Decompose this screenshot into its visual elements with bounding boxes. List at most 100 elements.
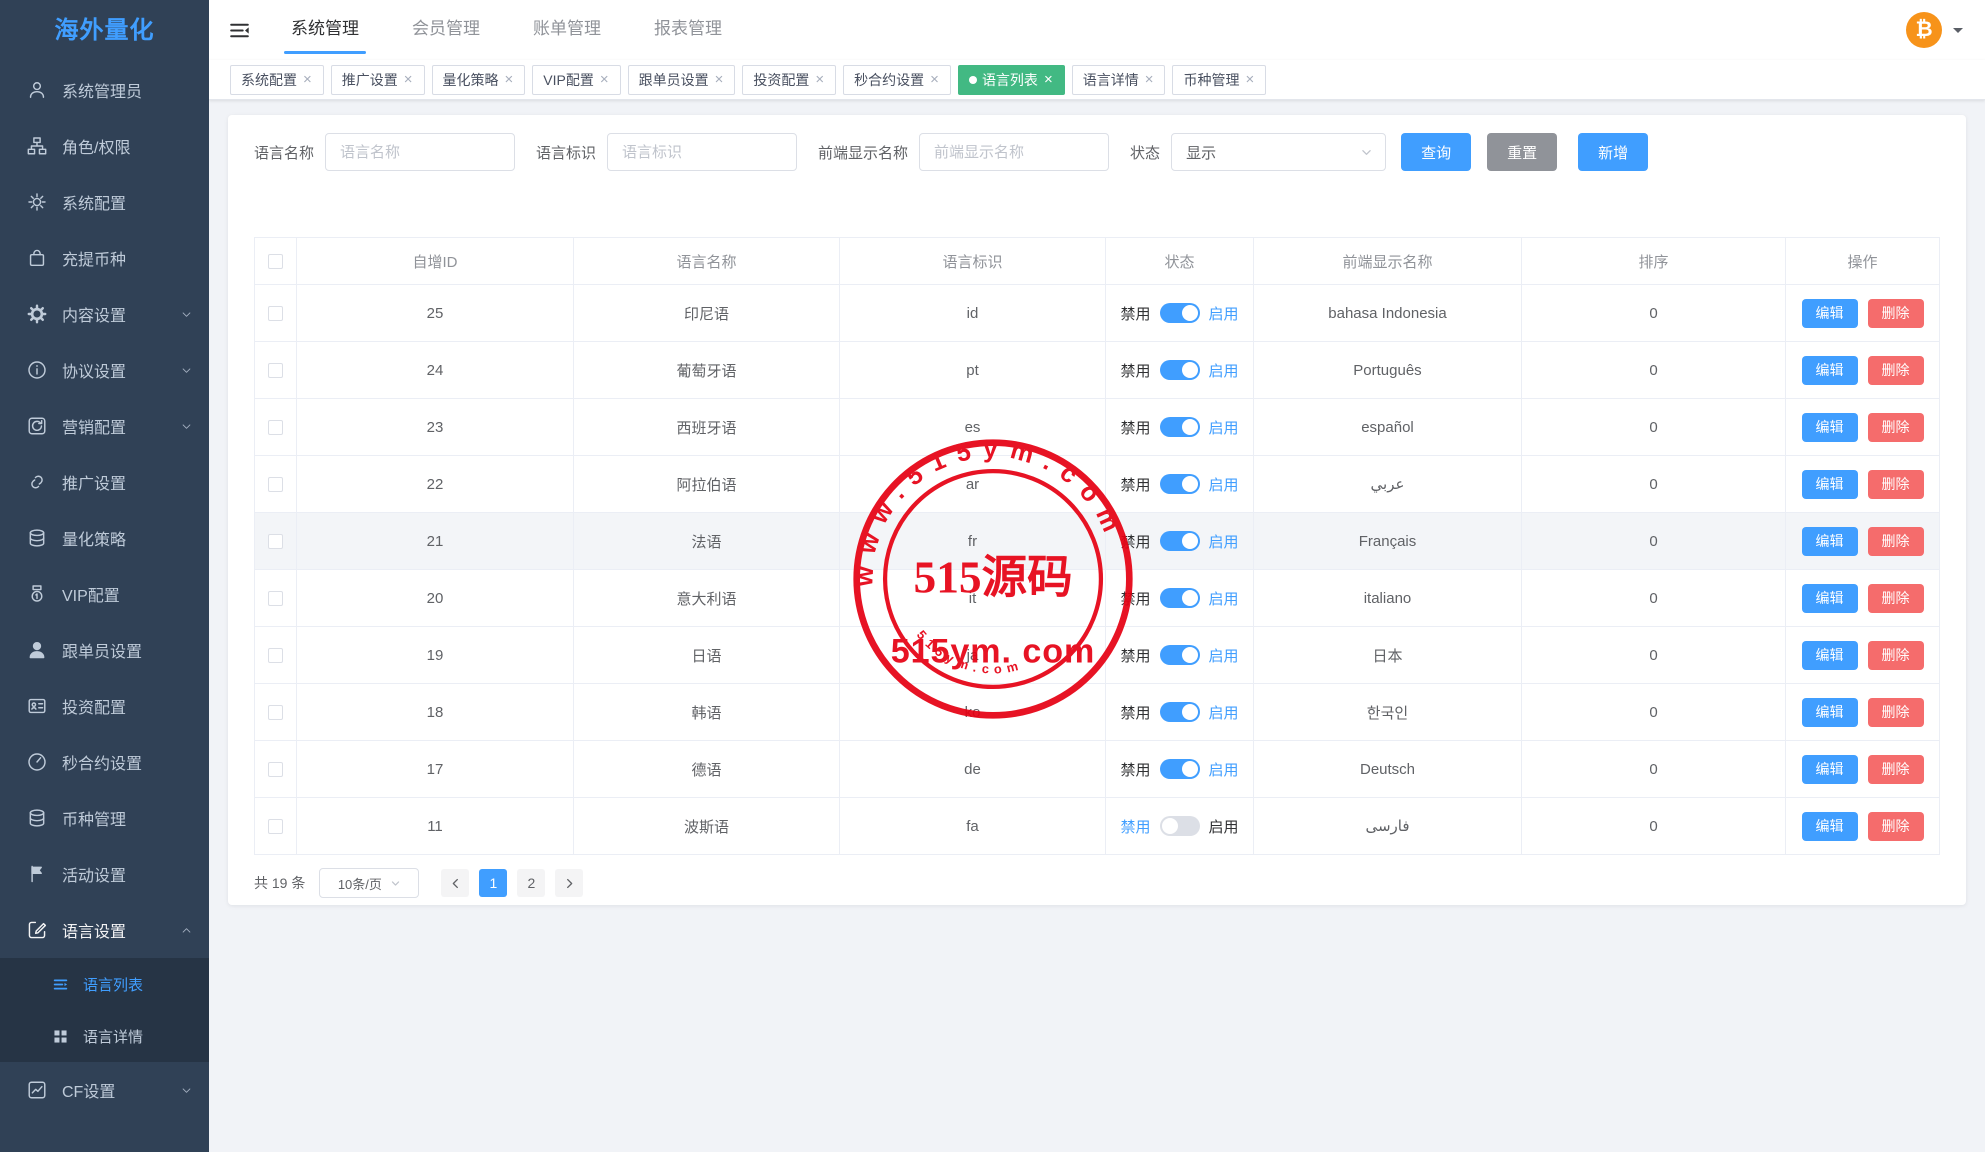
edit-button[interactable]: 编辑: [1802, 299, 1858, 328]
status-switch[interactable]: [1160, 645, 1200, 665]
sidebar-item-system-admin[interactable]: 系统管理员: [0, 62, 209, 118]
top-tab-1[interactable]: 系统管理: [288, 0, 362, 60]
delete-button[interactable]: 删除: [1868, 584, 1924, 613]
row-checkbox[interactable]: [268, 591, 283, 606]
status-switch[interactable]: [1160, 588, 1200, 608]
sidebar-item-seconds-contract-settings[interactable]: 秒合约设置: [0, 734, 209, 790]
sidebar-item-investment-config[interactable]: 投资配置: [0, 678, 209, 734]
top-tab-2[interactable]: 会员管理: [409, 0, 483, 60]
sidebar-item-label: 活动设置: [62, 862, 126, 886]
sidebar-item-language-settings[interactable]: 语言设置: [0, 902, 209, 958]
select-all-checkbox[interactable]: [268, 254, 283, 269]
user-menu[interactable]: ₿: [1906, 12, 1963, 48]
tag-chip[interactable]: 量化策略×: [432, 65, 526, 95]
tag-chip[interactable]: 秒合约设置×: [843, 65, 951, 95]
page-button-1[interactable]: 1: [479, 869, 507, 897]
status-switch[interactable]: [1160, 759, 1200, 779]
status-switch[interactable]: [1160, 360, 1200, 380]
top-tab-3[interactable]: 账单管理: [530, 0, 604, 60]
tag-chip[interactable]: 系统配置×: [230, 65, 324, 95]
tag-chip-active[interactable]: 语言列表×: [958, 65, 1065, 95]
close-icon[interactable]: ×: [814, 72, 825, 87]
language-code-input[interactable]: [607, 133, 797, 171]
delete-button[interactable]: 删除: [1868, 470, 1924, 499]
edit-button[interactable]: 编辑: [1802, 641, 1858, 670]
edit-button[interactable]: 编辑: [1802, 527, 1858, 556]
status-switch[interactable]: [1160, 474, 1200, 494]
close-icon[interactable]: ×: [1043, 72, 1054, 87]
row-checkbox[interactable]: [268, 420, 283, 435]
row-checkbox[interactable]: [268, 762, 283, 777]
search-button[interactable]: 查询: [1401, 133, 1471, 171]
status-switch[interactable]: [1160, 417, 1200, 437]
add-button[interactable]: 新增: [1578, 133, 1648, 171]
sidebar-item-coin-management[interactable]: 币种管理: [0, 790, 209, 846]
row-checkbox[interactable]: [268, 648, 283, 663]
tag-chip[interactable]: 投资配置×: [742, 65, 836, 95]
delete-button[interactable]: 删除: [1868, 812, 1924, 841]
sidebar-item-roles-permissions[interactable]: 角色/权限: [0, 118, 209, 174]
close-icon[interactable]: ×: [929, 72, 940, 87]
close-icon[interactable]: ×: [504, 72, 515, 87]
close-icon[interactable]: ×: [1144, 72, 1155, 87]
tag-chip[interactable]: 跟单员设置×: [628, 65, 736, 95]
page-size-select[interactable]: 10条/页: [319, 868, 419, 898]
delete-button[interactable]: 删除: [1868, 413, 1924, 442]
tag-chip[interactable]: 推广设置×: [331, 65, 425, 95]
tag-chip[interactable]: 币种管理×: [1172, 65, 1266, 95]
next-page-button[interactable]: [555, 869, 583, 897]
row-checkbox[interactable]: [268, 705, 283, 720]
avatar[interactable]: ₿: [1906, 12, 1942, 48]
close-icon[interactable]: ×: [714, 72, 725, 87]
sidebar-item-deposit-coins[interactable]: 充提币种: [0, 230, 209, 286]
delete-button[interactable]: 删除: [1868, 356, 1924, 385]
delete-button[interactable]: 删除: [1868, 755, 1924, 784]
row-checkbox[interactable]: [268, 306, 283, 321]
edit-button[interactable]: 编辑: [1802, 698, 1858, 727]
status-switch[interactable]: [1160, 531, 1200, 551]
sidebar-item-protocol-settings[interactable]: 协议设置: [0, 342, 209, 398]
language-name-input[interactable]: [325, 133, 515, 171]
row-checkbox[interactable]: [268, 534, 283, 549]
sidebar-item-language-detail[interactable]: 语言详情: [0, 1010, 209, 1062]
sidebar-item-promotion-settings[interactable]: 推广设置: [0, 454, 209, 510]
sidebar-item-language-list[interactable]: 语言列表: [0, 958, 209, 1010]
close-icon[interactable]: ×: [403, 72, 414, 87]
display-name-input[interactable]: [919, 133, 1109, 171]
reset-button[interactable]: 重置: [1487, 133, 1557, 171]
close-icon[interactable]: ×: [1244, 72, 1255, 87]
delete-button[interactable]: 删除: [1868, 698, 1924, 727]
page-button-2[interactable]: 2: [517, 869, 545, 897]
delete-button[interactable]: 删除: [1868, 527, 1924, 556]
sidebar-item-system-config[interactable]: 系统配置: [0, 174, 209, 230]
status-switch[interactable]: [1160, 702, 1200, 722]
delete-button[interactable]: 删除: [1868, 641, 1924, 670]
prev-page-button[interactable]: [441, 869, 469, 897]
row-checkbox[interactable]: [268, 363, 283, 378]
edit-button[interactable]: 编辑: [1802, 584, 1858, 613]
edit-button[interactable]: 编辑: [1802, 356, 1858, 385]
close-icon[interactable]: ×: [302, 72, 313, 87]
sidebar-item-cf-settings[interactable]: CF设置: [0, 1062, 209, 1118]
sidebar-item-marketing-config[interactable]: 营销配置: [0, 398, 209, 454]
edit-button[interactable]: 编辑: [1802, 413, 1858, 442]
top-tab-4[interactable]: 报表管理: [651, 0, 725, 60]
tag-chip[interactable]: VIP配置×: [532, 65, 620, 95]
sidebar-item-quant-strategy[interactable]: 量化策略: [0, 510, 209, 566]
sidebar-item-vip-config[interactable]: VIP配置: [0, 566, 209, 622]
close-icon[interactable]: ×: [599, 72, 610, 87]
edit-button[interactable]: 编辑: [1802, 470, 1858, 499]
status-switch[interactable]: [1160, 303, 1200, 323]
sidebar-item-follow-trader-settings[interactable]: 跟单员设置: [0, 622, 209, 678]
sidebar-item-content-settings[interactable]: 内容设置: [0, 286, 209, 342]
collapse-menu-icon[interactable]: [228, 19, 251, 42]
status-select[interactable]: 显示: [1171, 133, 1386, 171]
edit-button[interactable]: 编辑: [1802, 755, 1858, 784]
status-switch[interactable]: [1160, 816, 1200, 836]
row-checkbox[interactable]: [268, 477, 283, 492]
edit-button[interactable]: 编辑: [1802, 812, 1858, 841]
sidebar-item-activity-settings[interactable]: 活动设置: [0, 846, 209, 902]
tag-chip[interactable]: 语言详情×: [1072, 65, 1166, 95]
row-checkbox[interactable]: [268, 819, 283, 834]
delete-button[interactable]: 删除: [1868, 299, 1924, 328]
